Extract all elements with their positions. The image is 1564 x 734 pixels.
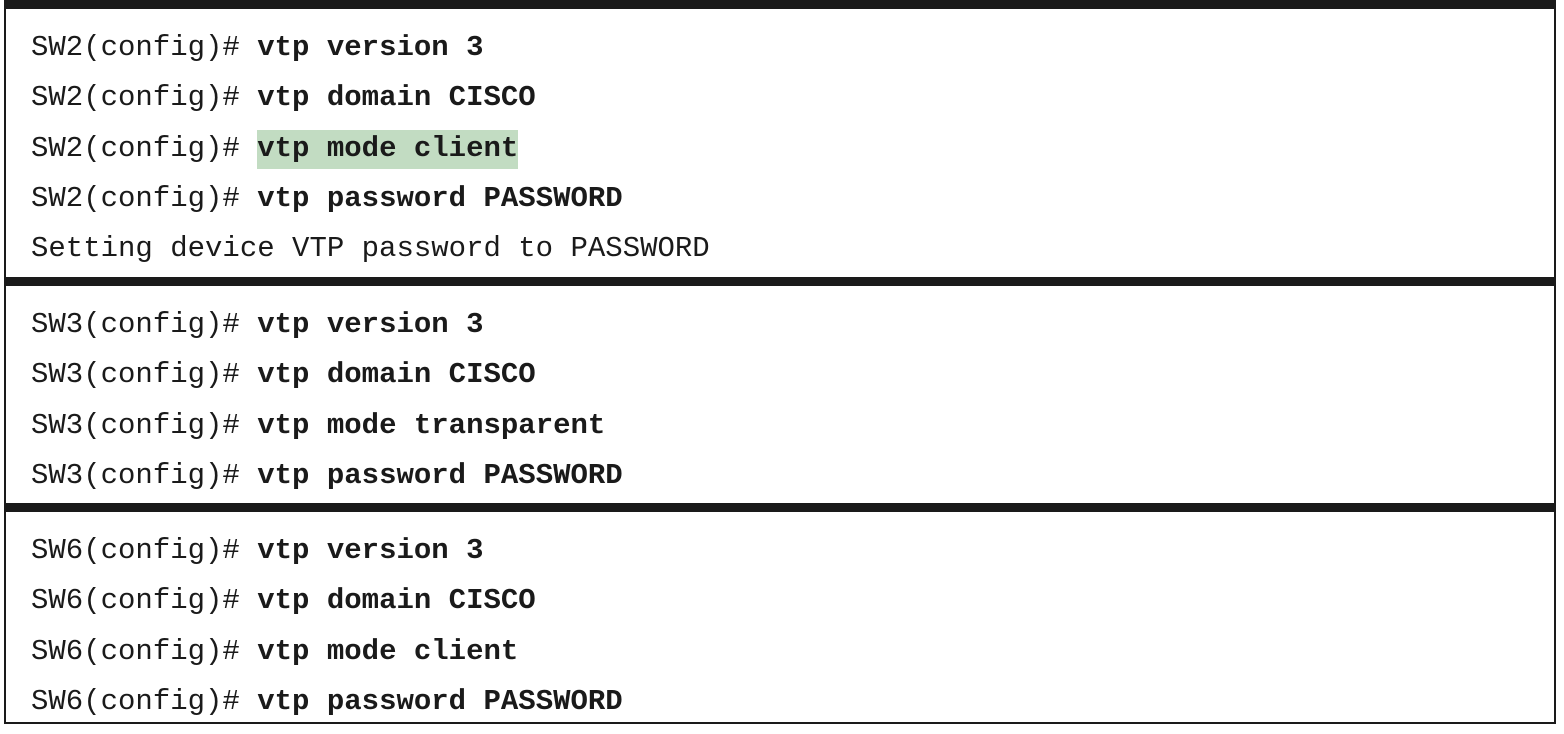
config-line: SW3(config)# vtp version 3 <box>6 300 1554 350</box>
cli-prompt: SW6(config)# <box>31 534 258 567</box>
cli-command: vtp mode transparent <box>257 408 606 442</box>
config-line: SW6(config)# vtp mode client <box>6 627 1554 677</box>
config-line: SW3(config)# vtp password PASSWORD <box>6 451 1554 501</box>
cli-prompt: SW3(config)# <box>31 308 258 341</box>
cli-prompt: SW3(config)# <box>31 408 258 442</box>
config-line: SW2(config)# vtp domain CISCO <box>6 73 1554 123</box>
output-line: Setting device VTP password to PASSWORD <box>6 224 1554 274</box>
cli-prompt: SW3(config)# <box>31 358 258 392</box>
config-listing: SW2(config)# vtp version 3 SW2(config)# … <box>4 0 1556 724</box>
cli-command: vtp password PASSWORD <box>257 458 623 492</box>
cli-command: vtp password PASSWORD <box>257 181 623 215</box>
cli-command: vtp password PASSWORD <box>257 684 623 718</box>
cli-output: Setting device VTP password to PASSWORD <box>31 232 710 266</box>
cli-prompt: SW2(config)# <box>31 81 258 115</box>
section-sw2: SW2(config)# vtp version 3 SW2(config)# … <box>6 0 1554 277</box>
cli-command: vtp version 3 <box>257 308 484 341</box>
cli-prompt: SW6(config)# <box>31 584 258 618</box>
cli-prompt: SW2(config)# <box>31 31 258 64</box>
config-line: SW6(config)# vtp version 3 <box>6 526 1554 576</box>
config-line: SW2(config)# vtp mode client <box>6 124 1554 174</box>
config-line: SW6(config)# vtp password PASSWORD <box>6 677 1554 727</box>
cli-command: vtp domain CISCO <box>257 584 536 618</box>
cli-command: vtp version 3 <box>257 534 484 567</box>
config-line: SW2(config)# vtp password PASSWORD <box>6 174 1554 224</box>
cli-prompt: SW6(config)# <box>31 684 258 718</box>
cli-command: vtp version 3 <box>257 31 484 64</box>
cli-prompt: SW6(config)# <box>31 634 258 668</box>
section-sw3: SW3(config)# vtp version 3 SW3(config)# … <box>6 277 1554 503</box>
config-line: SW6(config)# vtp domain CISCO <box>6 576 1554 626</box>
config-line: SW3(config)# vtp mode transparent <box>6 401 1554 451</box>
config-line: SW3(config)# vtp domain CISCO <box>6 350 1554 400</box>
cli-command: vtp domain CISCO <box>257 81 536 115</box>
section-sw6: SW6(config)# vtp version 3 SW6(config)# … <box>6 503 1554 722</box>
cli-command: vtp mode client <box>257 634 519 668</box>
cli-prompt: SW2(config)# <box>31 181 258 215</box>
highlighted-cli-command: vtp mode client <box>257 129 519 169</box>
cli-prompt: SW3(config)# <box>31 458 258 492</box>
cli-command: vtp domain CISCO <box>257 358 536 392</box>
cli-prompt: SW2(config)# <box>31 131 258 165</box>
config-line: SW2(config)# vtp version 3 <box>6 23 1554 73</box>
